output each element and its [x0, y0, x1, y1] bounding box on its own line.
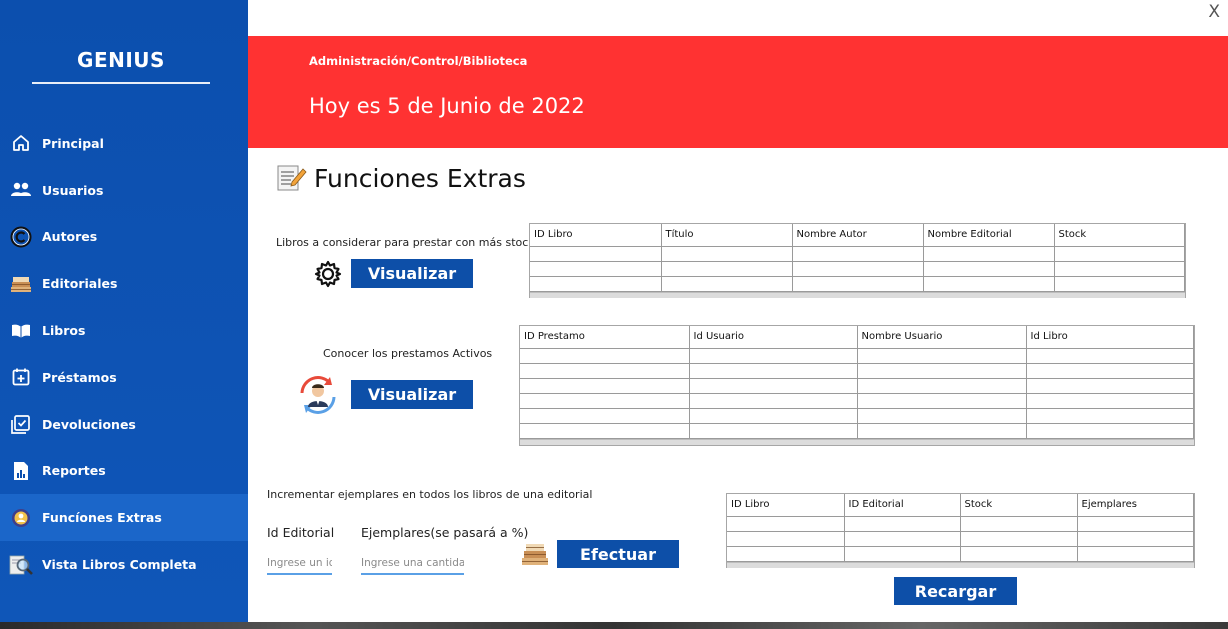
sidebar-menu: Principal Usuarios Autores Editoriales L…	[0, 120, 248, 588]
table-row[interactable]	[530, 276, 1185, 292]
copyright-icon	[8, 224, 34, 250]
notepad-pencil-icon	[276, 162, 308, 197]
column-header[interactable]: ID Libro	[727, 494, 845, 517]
books-stack-icon	[8, 271, 34, 297]
sidebar-item-label: Reportes	[42, 463, 106, 479]
sidebar-item-label: Usuarios	[42, 182, 104, 198]
table-row[interactable]	[520, 378, 1194, 394]
user-sync-icon	[294, 371, 342, 424]
section1-caption: Libros a considerar para prestar con más…	[276, 236, 535, 249]
extras-icon	[8, 505, 34, 531]
brand-divider	[32, 82, 210, 84]
editorial-id-label: Id Editorial	[267, 525, 335, 540]
sidebar-item-reportes[interactable]: Reportes	[0, 448, 248, 495]
visualizar-stock-button[interactable]: Visualizar	[351, 259, 473, 288]
column-header[interactable]: Stock	[960, 494, 1078, 517]
sidebar-item-label: Vista Libros Completa	[42, 557, 197, 573]
horizontal-scrollbar[interactable]	[520, 438, 1194, 445]
active-loans-table[interactable]: ID Prestamo Id Usuario Nombre Usuario Id…	[519, 325, 1195, 446]
table-row[interactable]	[727, 516, 1194, 532]
sidebar-item-label: Funcíones Extras	[42, 510, 162, 526]
section2-caption: Conocer los prestamos Activos	[323, 347, 493, 360]
table-row[interactable]	[530, 261, 1185, 277]
books-stack-icon	[520, 540, 550, 573]
visualizar-prestamos-button[interactable]: Visualizar	[351, 380, 473, 409]
breadcrumb: Administración/Control/Biblioteca	[309, 54, 528, 68]
column-header[interactable]: ID Prestamo	[520, 326, 690, 349]
desktop-background-strip	[0, 622, 1228, 629]
report-icon	[8, 458, 34, 484]
sidebar-item-label: Editoriales	[42, 276, 118, 292]
table-row[interactable]	[520, 393, 1194, 409]
date-text: Hoy es 5 de Junio de 2022	[309, 94, 585, 118]
table-header-row: ID Libro Título Nombre Autor Nombre Edit…	[530, 224, 1185, 247]
open-book-icon	[8, 318, 34, 344]
sidebar-item-libros[interactable]: Libros	[0, 307, 248, 354]
header-banner: Administración/Control/Biblioteca Hoy es…	[248, 36, 1228, 148]
sidebar-item-autores[interactable]: Autores	[0, 214, 248, 261]
recargar-button[interactable]: Recargar	[894, 577, 1017, 605]
column-header[interactable]: ID Libro	[530, 224, 662, 247]
sidebar-item-label: Principal	[42, 135, 104, 151]
column-header[interactable]: Nombre Autor	[792, 224, 924, 247]
page-title: Funciones Extras	[314, 164, 526, 193]
column-header[interactable]: Id Usuario	[689, 326, 858, 349]
table-row[interactable]	[520, 423, 1194, 439]
gear-icon	[313, 259, 343, 294]
table-row[interactable]	[727, 546, 1194, 562]
sidebar-item-principal[interactable]: Principal	[0, 120, 248, 167]
sidebar-item-usuarios[interactable]: Usuarios	[0, 167, 248, 214]
sidebar-item-funciones-extras[interactable]: Funcíones Extras	[0, 494, 248, 542]
ejemplares-label: Ejemplares(se pasará a %)	[361, 525, 529, 540]
calendar-plus-icon	[8, 364, 34, 390]
column-header[interactable]: Nombre Editorial	[923, 224, 1055, 247]
sidebar: GENIUS Principal Usuarios Autores Editor…	[0, 0, 248, 629]
column-header[interactable]: Stock	[1054, 224, 1185, 247]
table-header-row: ID Prestamo Id Usuario Nombre Usuario Id…	[520, 326, 1194, 349]
users-icon	[8, 177, 34, 203]
editorial-books-table[interactable]: ID Libro ID Editorial Stock Ejemplares	[726, 493, 1195, 568]
books-stock-table[interactable]: ID Libro Título Nombre Autor Nombre Edit…	[529, 223, 1186, 298]
close-button[interactable]: X	[1208, 2, 1220, 22]
table-header-row: ID Libro ID Editorial Stock Ejemplares	[727, 494, 1194, 517]
editorial-id-input[interactable]	[267, 557, 332, 575]
column-header[interactable]: Nombre Usuario	[857, 326, 1027, 349]
efectuar-button[interactable]: Efectuar	[557, 540, 679, 568]
sidebar-item-prestamos[interactable]: Préstamos	[0, 354, 248, 401]
calendar-check-icon	[8, 411, 34, 437]
column-header[interactable]: ID Editorial	[844, 494, 961, 517]
column-header[interactable]: Ejemplares	[1077, 494, 1194, 517]
column-header[interactable]: Id Libro	[1026, 326, 1194, 349]
table-row[interactable]	[727, 531, 1194, 547]
sidebar-item-vista-libros-completa[interactable]: Vista Libros Completa	[0, 541, 248, 588]
sidebar-item-label: Libros	[42, 323, 86, 339]
sidebar-item-devoluciones[interactable]: Devoluciones	[0, 401, 248, 448]
table-row[interactable]	[520, 348, 1194, 364]
sidebar-item-label: Préstamos	[42, 369, 117, 385]
sidebar-item-label: Devoluciones	[42, 416, 136, 432]
column-header[interactable]: Título	[661, 224, 793, 247]
horizontal-scrollbar[interactable]	[727, 561, 1194, 568]
table-row[interactable]	[520, 408, 1194, 424]
sidebar-item-label: Autores	[42, 229, 98, 245]
sidebar-item-editoriales[interactable]: Editoriales	[0, 260, 248, 307]
table-row[interactable]	[520, 363, 1194, 379]
brand-title: GENIUS	[77, 48, 165, 72]
home-icon	[8, 130, 34, 156]
ejemplares-input[interactable]	[361, 557, 464, 575]
table-row[interactable]	[530, 246, 1185, 262]
magnifier-book-icon	[8, 552, 34, 578]
section3-caption: Incrementar ejemplares en todos los libr…	[267, 488, 593, 501]
horizontal-scrollbar[interactable]	[530, 291, 1185, 298]
